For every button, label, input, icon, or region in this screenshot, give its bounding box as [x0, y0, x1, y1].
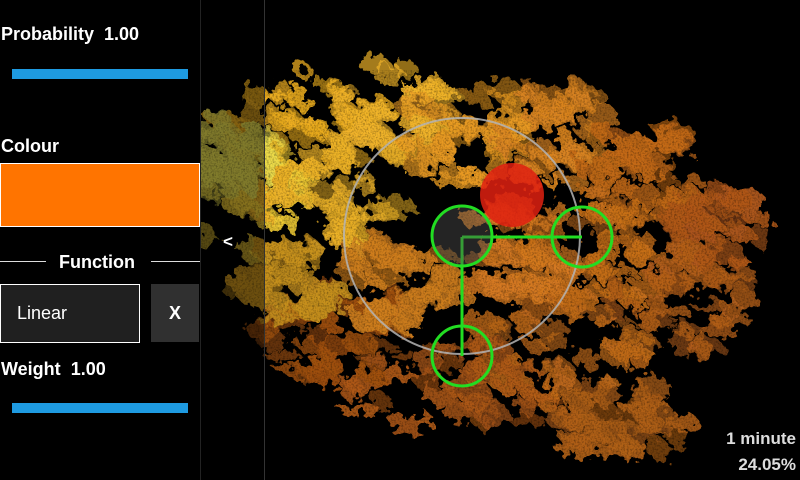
side-panel: Probability 1.00 Colour Function Linear …: [0, 0, 200, 480]
probability-label: Probability 1.00: [1, 24, 140, 44]
function-divider-right: [151, 261, 200, 262]
transform-center-point[interactable]: [480, 163, 544, 227]
elapsed-time: 1 minute: [726, 429, 796, 448]
chevron-left-icon[interactable]: <: [223, 232, 233, 252]
render-progress: 24.05%: [738, 455, 796, 474]
origin-handle[interactable]: [430, 204, 494, 268]
function-divider-left: [0, 261, 46, 262]
probability-slider[interactable]: [12, 69, 188, 79]
function-header: Function: [59, 252, 135, 272]
remove-function-button[interactable]: X: [151, 284, 199, 342]
panel-collapse-strip[interactable]: <: [200, 0, 265, 480]
colour-label: Colour: [1, 136, 59, 156]
probability-value: 1.00: [104, 24, 140, 44]
function-selector[interactable]: Linear: [0, 284, 140, 343]
weight-slider[interactable]: [12, 403, 188, 413]
colour-swatch[interactable]: [0, 163, 200, 227]
weight-value: 1.00: [70, 359, 106, 379]
weight-label: Weight 1.00: [1, 359, 106, 379]
